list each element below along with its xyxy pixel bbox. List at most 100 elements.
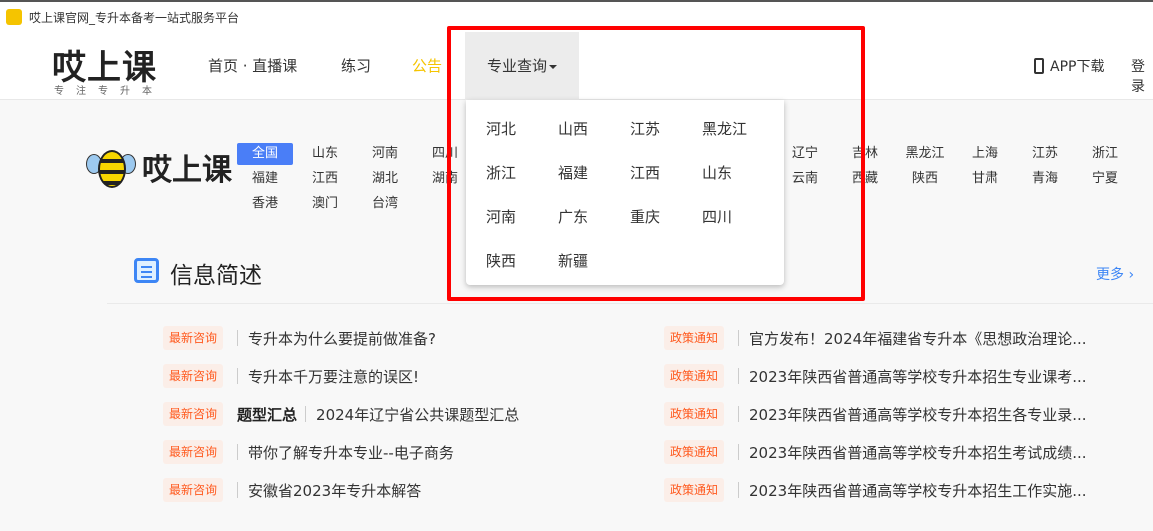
province-item[interactable]: 香港 [237, 193, 293, 215]
news-title[interactable]: 专升本千万要注意的误区! [248, 366, 419, 387]
separator [305, 406, 307, 422]
province-item[interactable]: 四川 [417, 143, 473, 165]
browser-tab[interactable]: 哎上课官网_专升本备考一站式服务平台 [0, 0, 1153, 32]
news-item[interactable]: 最新咨询 题型汇总 2024年辽宁省公共课题型汇总 [163, 401, 519, 427]
dropdown-province-item[interactable]: 陕西 [486, 250, 516, 271]
more-label: 更多 [1096, 267, 1124, 283]
news-item[interactable]: 最新咨询 专升本千万要注意的误区! [163, 363, 419, 389]
dropdown-province-item[interactable]: 山西 [558, 118, 588, 139]
news-tag: 政策通知 [664, 440, 725, 464]
dropdown-province-item[interactable]: 河北 [486, 118, 516, 139]
major-query-dropdown: 河北 山西 江苏 黑龙江浙江 福建 江西 山东河南 广东 重庆 四川陕西 新疆 [466, 100, 784, 285]
news-tag: 政策通知 [664, 478, 725, 502]
dropdown-province-item[interactable]: 黑龙江 [702, 118, 747, 139]
dropdown-province-item[interactable]: 河南 [486, 206, 516, 227]
separator [738, 368, 740, 384]
news-item[interactable]: 最新咨询 专升本为什么要提前做准备? [163, 325, 436, 351]
news-tag: 政策通知 [664, 364, 725, 388]
news-item[interactable]: 政策通知 2023年陕西省普通高等学校专升本招生各专业录... [664, 401, 1087, 427]
dropdown-province-item[interactable]: 江西 [630, 162, 660, 183]
news-title[interactable]: 官方发布！2024年福建省专升本《思想政治理论... [749, 328, 1086, 349]
news-title[interactable]: 2024年辽宁省公共课题型汇总 [316, 404, 519, 425]
news-item[interactable]: 政策通知 2023年陕西省普通高等学校专升本招生考试成绩... [664, 439, 1087, 465]
province-item[interactable]: 福建 [237, 168, 293, 190]
news-title[interactable]: 2023年陕西省普通高等学校专升本招生各专业录... [749, 404, 1086, 425]
separator [738, 482, 740, 498]
section-title: 信息简述 [170, 263, 262, 289]
favicon-icon [6, 9, 22, 25]
province-item[interactable]: 辽宁 [777, 143, 833, 165]
news-title[interactable]: 带你了解专升本专业--电子商务 [248, 442, 454, 463]
province-item[interactable]: 澳门 [297, 193, 353, 215]
province-item[interactable]: 浙江 [1077, 143, 1133, 165]
dropdown-province-item[interactable]: 江苏 [630, 118, 660, 139]
news-tag: 最新咨询 [163, 478, 224, 502]
separator [738, 444, 740, 460]
news-title[interactable]: 安徽省2023年专升本解答 [248, 480, 421, 501]
news-title[interactable]: 2023年陕西省普通高等学校专升本招生考试成绩... [749, 442, 1086, 463]
dropdown-province-item[interactable]: 新疆 [558, 250, 588, 271]
dropdown-province-item[interactable]: 重庆 [630, 206, 660, 227]
more-link[interactable]: 更多 › [1096, 264, 1134, 284]
login-link[interactable]: 登录 [1131, 56, 1153, 96]
province-item[interactable]: 江苏 [1017, 143, 1073, 165]
province-item[interactable]: 湖南 [417, 168, 473, 190]
nav-major-query-label: 专业查询 [486, 57, 547, 75]
nav-practice[interactable]: 练习 [341, 32, 371, 100]
window-title: 哎上课官网_专升本备考一站式服务平台 [29, 10, 240, 25]
dropdown-province-item[interactable]: 山东 [702, 162, 732, 183]
province-item[interactable]: 台湾 [357, 193, 413, 215]
caret-down-icon [549, 64, 557, 69]
province-item[interactable]: 宁夏 [1077, 168, 1133, 190]
divider [107, 303, 1153, 304]
news-title[interactable]: 2023年陕西省普通高等学校专升本招生工作实施... [749, 480, 1086, 501]
bee-mascot-icon [86, 140, 136, 194]
news-item[interactable]: 最新咨询 带你了解专升本专业--电子商务 [163, 439, 454, 465]
province-item[interactable]: 陕西 [897, 168, 953, 190]
dropdown-province-item[interactable]: 浙江 [486, 162, 516, 183]
news-tag: 政策通知 [664, 326, 725, 350]
phone-icon [1034, 58, 1044, 74]
app-download-link[interactable]: APP下载 [1034, 56, 1104, 76]
nav-home[interactable]: 首页 · 直播课 [208, 32, 297, 100]
news-tag: 最新咨询 [163, 364, 224, 388]
province-item[interactable]: 河南 [357, 143, 413, 165]
news-item[interactable]: 最新咨询 安徽省2023年专升本解答 [163, 477, 421, 503]
news-tag: 最新咨询 [163, 402, 224, 426]
separator [738, 330, 740, 346]
province-item[interactable]: 上海 [957, 143, 1013, 165]
news-title[interactable]: 专升本为什么要提前做准备? [248, 328, 436, 349]
province-item[interactable]: 黑龙江 [897, 143, 953, 165]
slogan: 专注专升本 [54, 86, 164, 97]
calendar-icon [134, 258, 159, 283]
news-tag: 政策通知 [664, 402, 725, 426]
news-title[interactable]: 2023年陕西省普通高等学校专升本招生专业课考... [749, 366, 1086, 387]
dropdown-province-item[interactable]: 四川 [702, 206, 732, 227]
province-item[interactable]: 青海 [1017, 168, 1073, 190]
nav-announcement[interactable]: 公告 [412, 32, 442, 100]
province-item[interactable]: 甘肃 [957, 168, 1013, 190]
nav-major-query[interactable]: 专业查询 [465, 32, 579, 100]
news-category: 题型汇总 [237, 405, 298, 424]
news-item[interactable]: 政策通知 官方发布！2024年福建省专升本《思想政治理论... [664, 325, 1087, 351]
province-item[interactable]: 云南 [777, 168, 833, 190]
province-item[interactable]: 全国 [237, 143, 293, 165]
separator [237, 330, 239, 346]
news-item[interactable]: 政策通知 2023年陕西省普通高等学校专升本招生专业课考... [664, 363, 1087, 389]
news-item[interactable]: 政策通知 2023年陕西省普通高等学校专升本招生工作实施... [664, 477, 1087, 503]
chevron-right-icon: › [1128, 267, 1135, 283]
separator [237, 444, 239, 460]
province-item[interactable]: 湖北 [357, 168, 413, 190]
separator [738, 406, 740, 422]
brand-mascot-logo: 哎上课 [86, 140, 232, 194]
news-tag: 最新咨询 [163, 326, 224, 350]
province-item[interactable]: 山东 [297, 143, 353, 165]
dropdown-province-item[interactable]: 广东 [558, 206, 588, 227]
dropdown-province-item[interactable]: 福建 [558, 162, 588, 183]
province-item[interactable]: 江西 [297, 168, 353, 190]
province-item[interactable]: 西藏 [837, 168, 893, 190]
separator [237, 368, 239, 384]
brand-text: 哎上课 [142, 153, 232, 188]
separator [237, 482, 239, 498]
province-item[interactable]: 吉林 [837, 143, 893, 165]
